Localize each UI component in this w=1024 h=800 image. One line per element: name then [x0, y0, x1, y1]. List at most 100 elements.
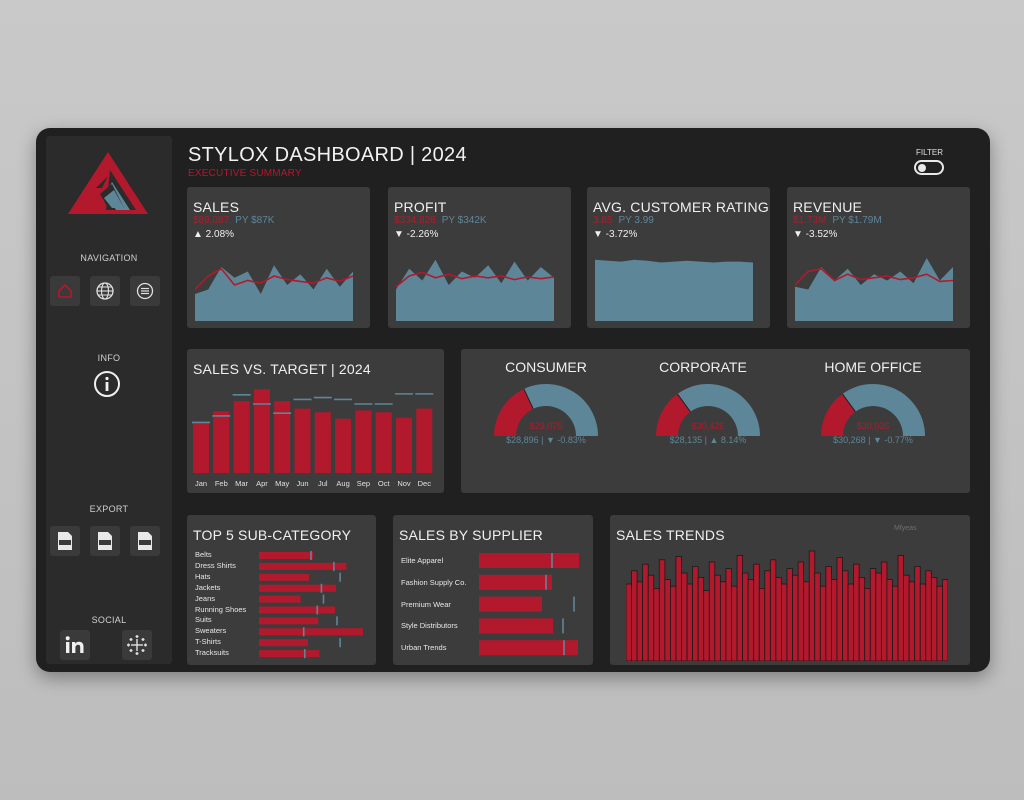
kpi-card-revenue[interactable]: REVENUE $1.73M PY $1.79M ▼ -3.52% — [787, 187, 970, 328]
tableau-button[interactable] — [122, 630, 152, 660]
trend-bar[interactable] — [886, 579, 893, 661]
trend-bar[interactable] — [736, 554, 743, 661]
trend-bar[interactable] — [858, 577, 866, 661]
trend-bar[interactable] — [725, 568, 732, 661]
trend-bar[interactable] — [775, 577, 782, 661]
trend-bar[interactable] — [908, 581, 916, 661]
target-bar[interactable] — [193, 421, 209, 473]
trend-bar[interactable] — [903, 574, 910, 661]
trend-bar[interactable] — [936, 585, 943, 661]
target-bar[interactable] — [274, 401, 291, 473]
trend-bar[interactable] — [897, 554, 904, 661]
trend-bar[interactable] — [925, 570, 932, 661]
trend-bar[interactable] — [658, 559, 666, 661]
trend-bar[interactable] — [786, 568, 793, 661]
trend-bar[interactable] — [742, 572, 749, 661]
trend-bar[interactable] — [814, 572, 821, 661]
target-bar[interactable] — [314, 412, 331, 473]
filter-toggle[interactable] — [914, 160, 944, 175]
trend-bar[interactable] — [636, 581, 644, 661]
target-bar[interactable] — [213, 411, 230, 473]
kpi-card-profit[interactable]: PROFIT $334,828 PY $342K ▼ -2.26% — [388, 187, 571, 328]
target-bar[interactable] — [233, 401, 250, 473]
trend-bar[interactable] — [626, 583, 632, 661]
trend-bar[interactable] — [836, 557, 843, 661]
trend-bar[interactable] — [892, 585, 899, 661]
subcategory-bar[interactable] — [259, 552, 314, 559]
supplier-bar[interactable] — [479, 553, 579, 568]
kpi-card-rating[interactable]: AVG. CUSTOMER RATING 3.85 PY 3.99 ▼ -3.72… — [587, 187, 770, 328]
trend-bar[interactable] — [747, 579, 755, 661]
supplier-bar[interactable] — [479, 640, 578, 656]
kpi-prior-year: PY $342K — [441, 215, 487, 226]
trend-bar[interactable] — [853, 563, 860, 661]
trend-bar[interactable] — [808, 550, 816, 661]
subcategory-bar[interactable] — [259, 595, 301, 603]
target-bar[interactable] — [355, 410, 372, 473]
trend-bar[interactable] — [714, 574, 721, 661]
trend-bar[interactable] — [664, 579, 671, 661]
trend-bar[interactable] — [819, 585, 827, 661]
target-bar[interactable] — [253, 389, 270, 473]
nav-globe-button[interactable] — [90, 276, 120, 306]
export-ppt-button[interactable] — [130, 526, 160, 556]
subcategory-bar[interactable] — [259, 617, 319, 625]
trend-bar[interactable] — [703, 590, 710, 661]
trend-bar[interactable] — [769, 559, 777, 661]
linkedin-button[interactable] — [60, 630, 90, 660]
trend-bar[interactable] — [731, 585, 738, 661]
trend-bar[interactable] — [631, 570, 638, 661]
target-bar[interactable] — [335, 418, 352, 473]
trend-bar[interactable] — [942, 579, 948, 661]
trend-bar[interactable] — [681, 572, 688, 661]
trend-bar[interactable] — [758, 588, 766, 661]
trend-bar[interactable] — [875, 572, 882, 661]
trend-bar[interactable] — [764, 570, 771, 661]
export-png-button[interactable] — [50, 526, 80, 556]
trend-bar[interactable] — [914, 565, 921, 661]
trend-bar[interactable] — [842, 570, 849, 661]
supplier-bar[interactable] — [479, 618, 553, 634]
trend-bar[interactable] — [825, 565, 832, 661]
trend-bar[interactable] — [719, 581, 727, 661]
subcategory-bar[interactable] — [259, 650, 320, 658]
trend-bar[interactable] — [642, 563, 649, 661]
trend-bar[interactable] — [692, 565, 699, 661]
trend-bar[interactable] — [869, 568, 877, 661]
trend-bar[interactable] — [686, 583, 694, 661]
trend-bar[interactable] — [797, 561, 805, 661]
trend-bar[interactable] — [880, 561, 888, 661]
trend-bar[interactable] — [792, 574, 799, 661]
trend-bar[interactable] — [675, 556, 682, 662]
subcategory-bar[interactable] — [259, 584, 336, 592]
trend-bar[interactable] — [708, 561, 716, 661]
trend-bar[interactable] — [781, 583, 788, 661]
target-bar[interactable] — [416, 408, 433, 473]
trend-bar[interactable] — [653, 588, 660, 661]
subcategory-bar[interactable] — [259, 606, 335, 614]
nav-list-button[interactable] — [130, 276, 160, 306]
target-bar[interactable] — [396, 417, 412, 473]
trend-bar[interactable] — [919, 583, 927, 661]
trend-bar[interactable] — [647, 574, 655, 661]
target-bar[interactable] — [375, 412, 392, 473]
subcategory-bar[interactable] — [259, 639, 308, 647]
supplier-bar[interactable] — [479, 574, 552, 590]
subcategory-bar[interactable] — [259, 573, 309, 581]
trend-bar[interactable] — [930, 577, 938, 661]
trend-bar[interactable] — [697, 577, 705, 661]
trend-bar[interactable] — [847, 583, 855, 661]
subcategory-bar[interactable] — [259, 628, 363, 636]
nav-home-button[interactable] — [50, 276, 80, 306]
trend-bar[interactable] — [670, 585, 677, 661]
gauge-value-consumer: $29,075 — [529, 421, 563, 431]
trend-bar[interactable] — [831, 579, 838, 661]
info-button[interactable] — [93, 370, 121, 398]
trend-bar[interactable] — [864, 588, 871, 661]
trend-bar[interactable] — [803, 581, 810, 661]
target-bar[interactable] — [294, 408, 311, 473]
kpi-card-sales[interactable]: SALES $89,087 PY $87K ▲ 2.08% — [187, 187, 370, 328]
supplier-bar[interactable] — [479, 596, 542, 612]
trend-bar[interactable] — [753, 563, 760, 661]
export-pdf-button[interactable] — [90, 526, 120, 556]
